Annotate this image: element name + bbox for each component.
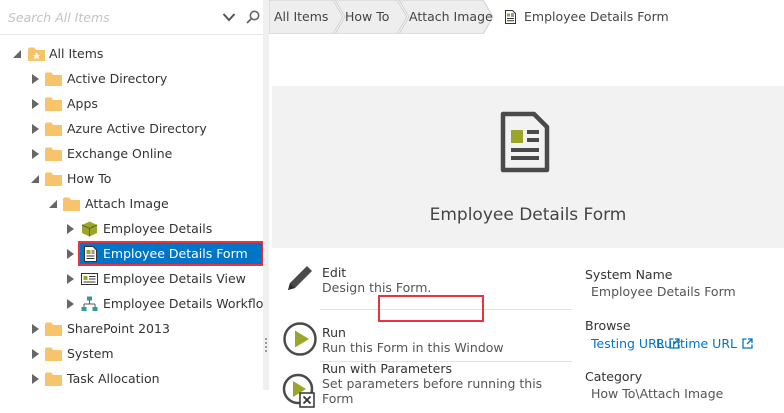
tree-item-employee-details-view[interactable]: Employee Details View bbox=[0, 268, 263, 290]
folder-icon bbox=[45, 172, 62, 186]
system-name-label: System Name bbox=[585, 267, 673, 282]
testing-url-label: Testing URL bbox=[591, 336, 664, 351]
category-label: Category bbox=[585, 369, 643, 384]
external-link-icon bbox=[742, 338, 753, 349]
edit-action-desc: Design this Form. bbox=[322, 280, 432, 295]
main-content: Employee Details Form Edit Design this F… bbox=[269, 34, 784, 408]
tree-item-label: Azure Active Directory bbox=[67, 121, 207, 136]
expand-arrow-icon[interactable] bbox=[30, 143, 40, 165]
tree-item-label: Attach Image bbox=[85, 196, 169, 211]
search-input[interactable] bbox=[8, 7, 208, 27]
tree-item-label: Exchange Online bbox=[67, 146, 173, 161]
tree-item-exchange-online[interactable]: Exchange Online bbox=[0, 143, 263, 165]
breadcrumb-current: Employee Details Form bbox=[524, 9, 669, 24]
expand-arrow-icon[interactable] bbox=[30, 318, 40, 340]
search-bar bbox=[0, 0, 263, 35]
tree-item-label: Employee Details Form bbox=[103, 246, 248, 261]
tree-item-task-allocation[interactable]: Task Allocation bbox=[0, 368, 263, 390]
expand-arrow-icon[interactable] bbox=[30, 68, 40, 90]
run-with-parameters-title: Run with Parameters bbox=[322, 361, 452, 376]
run-action-desc: Run this Form in this Window bbox=[322, 340, 504, 355]
system-name-value: Employee Details Form bbox=[591, 284, 736, 299]
folder-icon bbox=[45, 147, 62, 161]
tree-item-attach-image[interactable]: Attach Image bbox=[0, 193, 263, 215]
folder-icon bbox=[45, 122, 62, 136]
tree-item-active-directory[interactable]: Active Directory bbox=[0, 68, 263, 90]
search-icon[interactable] bbox=[245, 9, 261, 25]
collapse-arrow-icon[interactable] bbox=[12, 43, 22, 65]
tree-item-system[interactable]: System bbox=[0, 343, 263, 365]
properties-panel: System Name Employee Details Form Browse… bbox=[572, 248, 784, 401]
expand-arrow-icon[interactable] bbox=[65, 243, 75, 265]
breadcrumb: All Items How To Attach Image Employee D… bbox=[269, 0, 784, 34]
tree-item-label: Employee Details View bbox=[103, 271, 246, 286]
folder-icon bbox=[45, 72, 62, 86]
tree-item-label: System bbox=[67, 346, 114, 361]
tree-item-label: Employee Details Workflow bbox=[103, 296, 263, 311]
edit-action-title: Edit bbox=[322, 265, 347, 280]
smartobject-cube-icon bbox=[81, 221, 98, 237]
all-items-folder-icon bbox=[28, 47, 45, 61]
item-header: Employee Details Form bbox=[272, 86, 784, 248]
form-icon bbox=[84, 246, 97, 262]
tree-item-label: Apps bbox=[67, 96, 98, 111]
folder-icon bbox=[45, 372, 62, 386]
expand-arrow-icon[interactable] bbox=[30, 343, 40, 365]
pencil-icon bbox=[288, 266, 312, 290]
tree-item-apps[interactable]: Apps bbox=[0, 93, 263, 115]
workflow-icon bbox=[81, 296, 98, 311]
tree-item-label: Task Allocation bbox=[67, 371, 160, 386]
tree-item-all-items[interactable]: All Items bbox=[0, 43, 263, 65]
folder-icon bbox=[45, 97, 62, 111]
runtime-url-highlight bbox=[378, 295, 484, 322]
breadcrumb-item-attach-image[interactable]: Attach Image bbox=[409, 0, 493, 34]
runtime-url-link[interactable]: Runtime URL bbox=[656, 336, 753, 351]
tree-item-employee-details-form[interactable]: Employee Details Form bbox=[0, 243, 263, 265]
run-play-icon bbox=[283, 322, 317, 356]
tree-item-label: Active Directory bbox=[67, 71, 168, 86]
expand-arrow-icon[interactable] bbox=[65, 293, 75, 315]
splitter-grip-icon[interactable] bbox=[265, 338, 267, 352]
breadcrumb-item-all-items[interactable]: All Items bbox=[274, 0, 328, 34]
form-icon bbox=[505, 10, 516, 24]
breadcrumb-item-how-to[interactable]: How To bbox=[345, 0, 389, 34]
tree-item-label: All Items bbox=[49, 46, 104, 61]
form-large-icon bbox=[500, 111, 550, 173]
tree-item-sharepoint-2013[interactable]: SharePoint 2013 bbox=[0, 318, 263, 340]
expand-arrow-icon[interactable] bbox=[30, 368, 40, 390]
category-value: How To\Attach Image bbox=[591, 386, 724, 401]
expand-arrow-icon[interactable] bbox=[65, 218, 75, 240]
folder-icon bbox=[45, 347, 62, 361]
runtime-url-label: Runtime URL bbox=[656, 336, 737, 351]
collapse-arrow-icon[interactable] bbox=[48, 193, 58, 215]
item-title: Employee Details Form bbox=[429, 205, 627, 225]
view-icon bbox=[81, 273, 98, 285]
run-with-parameters-desc: Set parameters before running this Form bbox=[322, 376, 543, 406]
expand-arrow-icon[interactable] bbox=[30, 93, 40, 115]
expand-arrow-icon[interactable] bbox=[30, 118, 40, 140]
tree-item-employee-details-workflow[interactable]: Employee Details Workflow bbox=[0, 293, 263, 315]
expand-arrow-icon[interactable] bbox=[65, 268, 75, 290]
edit-action[interactable]: Edit Design this Form. bbox=[272, 248, 572, 298]
collapse-arrow-icon[interactable] bbox=[30, 168, 40, 190]
folder-icon bbox=[63, 197, 80, 211]
tree-item-employee-details[interactable]: Employee Details bbox=[0, 218, 263, 240]
browse-label: Browse bbox=[585, 318, 631, 333]
tree-item-label: How To bbox=[67, 171, 112, 186]
folder-icon bbox=[45, 322, 62, 336]
chevron-down-icon[interactable] bbox=[221, 9, 237, 25]
tree-item-azure-active-directory[interactable]: Azure Active Directory bbox=[0, 118, 263, 140]
tree-item-label: Employee Details bbox=[103, 221, 213, 236]
run-parameters-icon bbox=[282, 373, 315, 408]
run-action-title: Run bbox=[322, 325, 346, 340]
tree-item-how-to[interactable]: How To bbox=[0, 168, 263, 190]
tree-item-label: SharePoint 2013 bbox=[67, 321, 170, 336]
run-with-parameters-action[interactable]: Run with Parameters Set parameters befor… bbox=[272, 361, 572, 413]
tree-panel: All Items Active Directory Apps Azure Ac… bbox=[0, 0, 263, 390]
